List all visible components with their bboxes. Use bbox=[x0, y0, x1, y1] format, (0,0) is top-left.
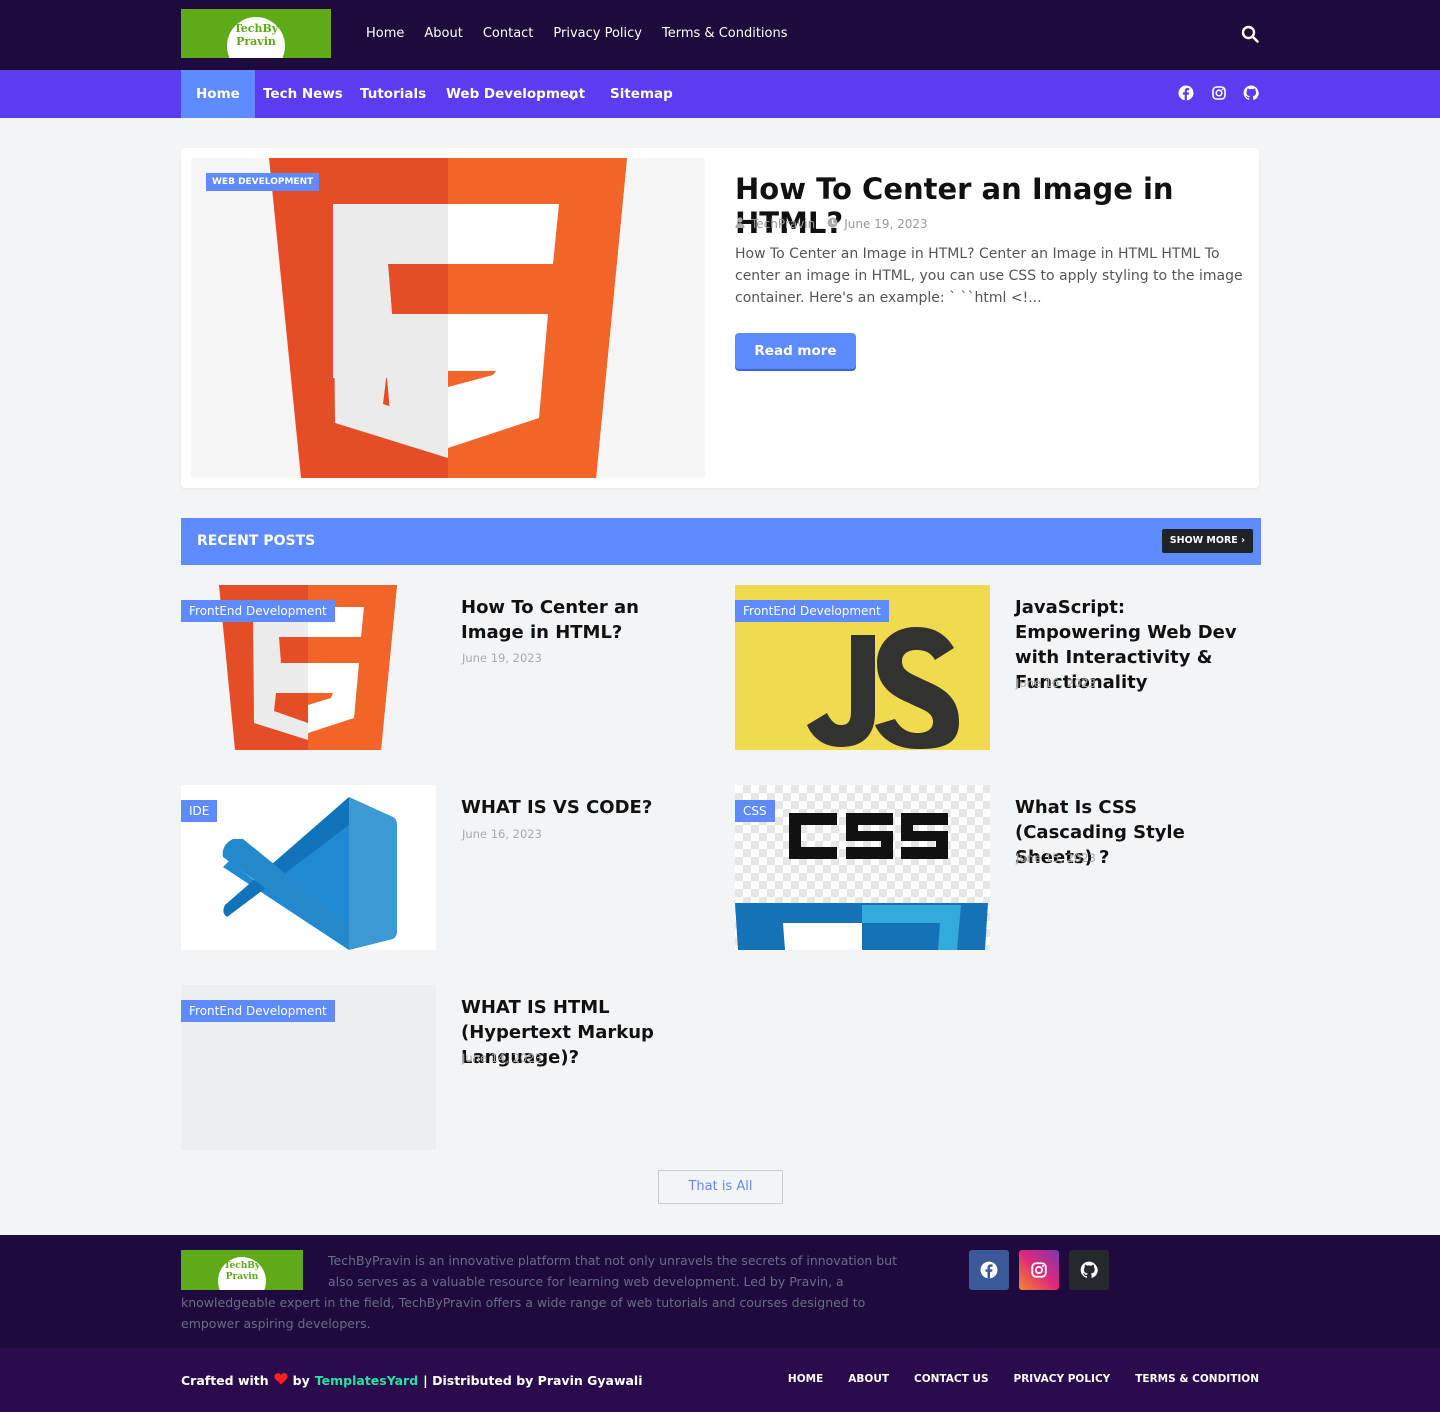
logo-text: TechBy Pravin bbox=[233, 22, 279, 48]
post-category[interactable]: CSS bbox=[735, 800, 775, 822]
credits: Crafted with by TemplatesYard | Distribu… bbox=[181, 1372, 643, 1388]
nav-home[interactable]: Home bbox=[181, 70, 255, 118]
featured-snippet: How To Center an Image in HTML? Center a… bbox=[735, 246, 1243, 306]
post-title[interactable]: How To Center an Image in HTML? bbox=[461, 595, 697, 645]
footer-links: HOME ABOUT CONTACT US PRIVACY POLICY TER… bbox=[788, 1373, 1259, 1385]
footer: TechBy Pravin TechByPravin is an innovati… bbox=[0, 1235, 1440, 1348]
top-link-home[interactable]: Home bbox=[366, 26, 404, 41]
facebook-icon[interactable] bbox=[1178, 85, 1196, 103]
main-nav: Home Tech News Tutorials Web Development… bbox=[0, 70, 1440, 118]
post-date: June 16, 2023 bbox=[462, 827, 542, 841]
post-card[interactable]: IDE WHAT IS VS CODE? June 16, 2023 bbox=[181, 785, 705, 950]
crafted-prefix: Crafted with bbox=[181, 1372, 269, 1388]
post-date: June 14, 2023 bbox=[462, 1051, 542, 1065]
github-icon[interactable] bbox=[1243, 85, 1261, 103]
heart-icon bbox=[274, 1372, 288, 1388]
post-title[interactable]: WHAT IS VS CODE? bbox=[461, 795, 697, 820]
nav-tech-news[interactable]: Tech News bbox=[263, 70, 343, 118]
html5-logo-icon bbox=[269, 158, 627, 478]
nav-tutorials[interactable]: Tutorials bbox=[360, 70, 426, 118]
footer-link-home[interactable]: HOME bbox=[788, 1373, 823, 1385]
featured-author[interactable]: TechPravin bbox=[751, 217, 815, 231]
post-card[interactable]: CSS What Is CSS (Cascading Style Sheets)… bbox=[735, 785, 1259, 950]
footer-link-privacy[interactable]: PRIVACY POLICY bbox=[1014, 1373, 1111, 1385]
footer-instagram-icon[interactable] bbox=[1019, 1250, 1059, 1290]
post-thumbnail[interactable]: FrontEnd Development bbox=[181, 585, 436, 750]
post-card[interactable]: FrontEnd Development WHAT IS HTML (Hyper… bbox=[181, 985, 705, 1150]
post-date: June 19, 2023 bbox=[462, 651, 542, 665]
featured-image[interactable]: WEB DEVELOPMENT bbox=[191, 158, 705, 478]
instagram-icon[interactable] bbox=[1211, 85, 1229, 103]
nav-sitemap[interactable]: Sitemap bbox=[610, 70, 673, 118]
footer-link-about[interactable]: ABOUT bbox=[848, 1373, 889, 1385]
post-date: June 16, 2023 bbox=[1016, 676, 1096, 690]
footer-link-terms[interactable]: TERMS & CONDITION bbox=[1135, 1373, 1259, 1385]
top-bar: TechBy Pravin Home About Contact Privacy … bbox=[0, 0, 1440, 70]
footer-link-contact[interactable]: CONTACT US bbox=[914, 1373, 989, 1385]
nav-web-development[interactable]: Web Development bbox=[446, 70, 585, 118]
post-category[interactable]: IDE bbox=[181, 800, 218, 822]
post-category[interactable]: FrontEnd Development bbox=[181, 1000, 335, 1022]
footer-github-icon[interactable] bbox=[1069, 1250, 1109, 1290]
search-icon[interactable] bbox=[1241, 25, 1261, 45]
user-icon bbox=[735, 217, 745, 231]
recent-posts-header: RECENT POSTS SHOW MORE › bbox=[181, 518, 1261, 565]
end-of-posts-label: That is All bbox=[658, 1170, 783, 1204]
featured-category-badge[interactable]: WEB DEVELOPMENT bbox=[206, 173, 320, 191]
featured-post: WEB DEVELOPMENT How To Center an Image i… bbox=[181, 148, 1259, 488]
post-card[interactable]: FrontEnd Development How To Center an Im… bbox=[181, 585, 705, 750]
post-card[interactable]: FrontEnd Development JavaScript: Empower… bbox=[735, 585, 1259, 750]
bottom-bar: Crafted with by TemplatesYard | Distribu… bbox=[0, 1348, 1440, 1412]
footer-facebook-icon[interactable] bbox=[969, 1250, 1009, 1290]
clock-icon bbox=[827, 217, 838, 231]
top-link-terms[interactable]: Terms & Conditions bbox=[662, 26, 788, 41]
top-links: Home About Contact Privacy Policy Terms … bbox=[366, 26, 788, 41]
post-thumbnail[interactable]: CSS bbox=[735, 785, 990, 950]
crafted-by: by bbox=[292, 1372, 310, 1388]
post-thumbnail[interactable]: FrontEnd Development bbox=[735, 585, 990, 750]
post-thumbnail[interactable]: FrontEnd Development bbox=[181, 985, 436, 1150]
chevron-down-icon bbox=[567, 88, 579, 107]
show-more-button[interactable]: SHOW MORE › bbox=[1161, 529, 1253, 553]
distributed-text: | Distributed by Pravin Gyawali bbox=[423, 1372, 643, 1388]
post-date: June 15, 2023 bbox=[1016, 851, 1096, 865]
featured-date: June 19, 2023 bbox=[844, 217, 928, 231]
top-link-about[interactable]: About bbox=[424, 26, 462, 41]
post-thumbnail[interactable]: IDE bbox=[181, 785, 436, 950]
footer-about: TechByPravin is an innovative platform t… bbox=[181, 1250, 901, 1334]
post-category[interactable]: FrontEnd Development bbox=[181, 600, 335, 622]
top-link-contact[interactable]: Contact bbox=[483, 26, 534, 41]
featured-meta: TechPravin June 19, 2023 bbox=[735, 217, 928, 231]
post-category[interactable]: FrontEnd Development bbox=[735, 600, 889, 622]
templatesyard-link[interactable]: TemplatesYard bbox=[315, 1373, 418, 1388]
top-link-privacy[interactable]: Privacy Policy bbox=[553, 26, 642, 41]
site-logo[interactable]: TechBy Pravin bbox=[181, 9, 331, 58]
read-more-button[interactable]: Read more bbox=[735, 333, 856, 369]
nav-web-development-label: Web Development bbox=[446, 86, 586, 102]
recent-posts-title: RECENT POSTS bbox=[197, 533, 316, 549]
vscode-logo-icon bbox=[222, 797, 397, 950]
